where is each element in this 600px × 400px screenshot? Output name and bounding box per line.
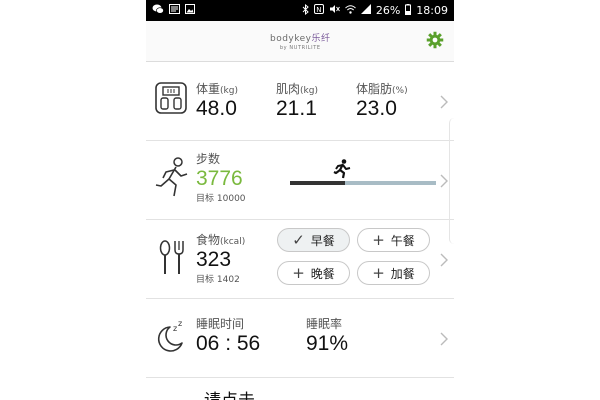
- steps-value: 3776: [196, 167, 243, 190]
- steps-progress-bar: [290, 159, 436, 185]
- svg-text:z: z: [178, 319, 182, 328]
- wifi-icon: [345, 4, 356, 17]
- mute-icon: [329, 4, 340, 17]
- bodykey-logo: bodykey乐纤 by NUTRILITE: [270, 31, 331, 51]
- food-goal-label: 目标: [196, 275, 215, 285]
- runner-marker-icon: [333, 159, 351, 179]
- chevron-right-icon[interactable]: [440, 173, 448, 188]
- body-fat-value: 23.0: [356, 97, 397, 120]
- sleep-card[interactable]: z z 睡眠时间 06 : 56 睡眠率 91%: [146, 299, 454, 378]
- svg-text:N: N: [316, 6, 321, 14]
- signal-icon: [360, 4, 371, 17]
- meal-dinner-label: 晚餐: [310, 266, 335, 281]
- fork-spoon-icon: [158, 240, 188, 280]
- prompt-text-partial: 请点击: [204, 386, 255, 400]
- sleep-rate-stat: 睡眠率 91%: [306, 315, 348, 356]
- body-fat-label: 体脂肪: [356, 82, 393, 96]
- muscle-value: 21.1: [276, 97, 317, 120]
- status-bar-right: N 26% 18:09: [302, 3, 448, 18]
- wechat-icon: [152, 4, 164, 17]
- meal-breakfast-button[interactable]: ✓ 早餐: [277, 228, 350, 252]
- status-bar: N 26% 18:09: [146, 0, 454, 21]
- logo-cn-text: 乐纤: [311, 34, 331, 44]
- plus-icon: +: [372, 263, 385, 282]
- meal-lunch-label: 午餐: [390, 233, 415, 248]
- weight-unit: (kg): [220, 86, 238, 96]
- meal-breakfast-label: 早餐: [310, 233, 335, 248]
- sleep-time-stat: 睡眠时间 06 : 56: [196, 315, 260, 356]
- weight-label: 体重: [196, 82, 221, 96]
- food-card[interactable]: 食物(kcal) 323 目标 1402 ✓ 早餐 + 午餐 + 晚餐 + 加餐: [146, 220, 454, 299]
- gear-icon[interactable]: [426, 31, 444, 49]
- check-icon: ✓: [292, 230, 305, 249]
- plus-icon: +: [372, 230, 385, 249]
- scale-icon: [154, 81, 188, 119]
- food-label: 食物: [196, 233, 221, 247]
- body-fat-stat: 体脂肪(%) 23.0: [356, 78, 408, 121]
- battery-percent: 26%: [375, 4, 401, 17]
- chevron-right-icon[interactable]: [440, 252, 448, 267]
- image-icon: [185, 4, 195, 17]
- message-icon: [169, 4, 180, 17]
- phone-screen: N 26% 18:09 bodykey乐纤 by NUTRILITE 体重(kg…: [146, 0, 454, 400]
- sleep-time-label: 睡眠时间: [196, 317, 245, 331]
- side-panel-edge[interactable]: [449, 118, 454, 244]
- steps-label: 步数: [196, 152, 221, 166]
- plus-icon: +: [292, 263, 305, 282]
- meal-lunch-button[interactable]: + 午餐: [357, 228, 430, 252]
- chevron-right-icon[interactable]: [440, 331, 448, 346]
- steps-card[interactable]: 步数 3776 目标 10000: [146, 141, 454, 220]
- steps-goal-value: 10000: [216, 194, 246, 204]
- food-stat: 食物(kcal) 323 目标 1402: [196, 229, 245, 285]
- muscle-stat: 肌肉(kg) 21.1: [276, 78, 318, 121]
- steps-progress-fill: [290, 181, 346, 185]
- food-unit: (kcal): [220, 237, 246, 247]
- weight-value: 48.0: [196, 97, 237, 120]
- food-value: 323: [196, 248, 232, 271]
- svg-text:z: z: [173, 324, 177, 333]
- battery-icon: [405, 3, 412, 18]
- sleep-rate-label: 睡眠率: [306, 317, 343, 331]
- moon-sleep-icon: z z: [154, 319, 190, 359]
- body-fat-unit: (%): [392, 86, 408, 96]
- steps-goal-label: 目标: [196, 194, 215, 204]
- weight-stat: 体重(kg) 48.0: [196, 78, 238, 121]
- meal-snack-label: 加餐: [390, 266, 415, 281]
- status-bar-left: [152, 4, 195, 17]
- food-goal-value: 1402: [216, 275, 240, 285]
- steps-stat: 步数 3776 目标 10000: [196, 150, 246, 204]
- app-header: bodykey乐纤 by NUTRILITE: [146, 21, 454, 62]
- body-stats-card[interactable]: 体重(kg) 48.0 肌肉(kg) 21.1 体脂肪(%) 23.0: [146, 62, 454, 141]
- chevron-right-icon[interactable]: [440, 94, 448, 109]
- nfc-icon: N: [313, 4, 324, 17]
- running-person-icon: [154, 157, 190, 203]
- logo-main-text: bodykey: [270, 34, 312, 44]
- meal-snack-button[interactable]: + 加餐: [357, 261, 430, 285]
- muscle-unit: (kg): [300, 86, 318, 96]
- sleep-time-value: 06 : 56: [196, 332, 261, 355]
- meal-dinner-button[interactable]: + 晚餐: [277, 261, 350, 285]
- status-time: 18:09: [416, 4, 448, 17]
- logo-sub-text: by NUTRILITE: [279, 45, 321, 51]
- sleep-rate-value: 91%: [306, 332, 349, 355]
- bluetooth-icon: [302, 3, 309, 18]
- muscle-label: 肌肉: [276, 82, 301, 96]
